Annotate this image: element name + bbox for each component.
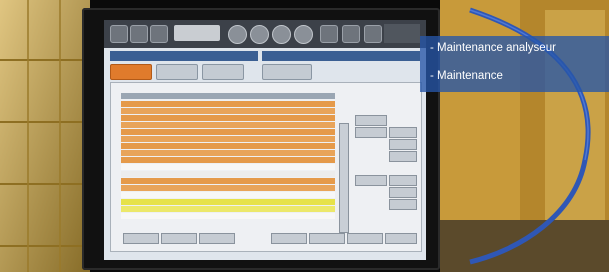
side-button[interactable]	[355, 115, 387, 126]
stop-icon[interactable]	[342, 25, 360, 43]
table-row[interactable]	[121, 129, 335, 135]
table-row[interactable]	[121, 171, 335, 177]
tab[interactable]	[262, 64, 312, 80]
bottom-button[interactable]	[271, 233, 307, 244]
side-button[interactable]	[389, 151, 417, 162]
table-row[interactable]	[121, 213, 335, 219]
table-scrollbar[interactable]	[339, 123, 349, 233]
arrow-icon[interactable]	[272, 25, 291, 44]
status-field	[174, 25, 220, 41]
table-row[interactable]	[121, 122, 335, 128]
table-row[interactable]	[121, 101, 335, 107]
photo-scene: - Maintenance analyseur - Maintenance	[0, 0, 609, 272]
side-button[interactable]	[389, 199, 417, 210]
table-row[interactable]	[121, 136, 335, 142]
table-row[interactable]	[121, 185, 335, 191]
bottom-button[interactable]	[385, 233, 417, 244]
table-row[interactable]	[121, 108, 335, 114]
table-row[interactable]	[121, 206, 335, 212]
arrow-icon[interactable]	[294, 25, 313, 44]
side-button[interactable]	[389, 175, 417, 186]
table-row[interactable]	[121, 115, 335, 121]
tab[interactable]	[156, 64, 198, 80]
tab-active[interactable]	[110, 64, 152, 80]
screen-toolbar	[104, 20, 426, 48]
caption-line-analyser-maintenance: - Maintenance analyseur	[430, 42, 556, 54]
tab[interactable]	[202, 64, 244, 80]
maintenance-header	[110, 51, 258, 61]
arrow-icon[interactable]	[250, 25, 269, 44]
caption-line-maintenance: - Maintenance	[430, 70, 503, 82]
analyzer-screen	[104, 20, 426, 260]
bottom-button[interactable]	[123, 233, 159, 244]
help-icon[interactable]	[320, 25, 338, 43]
table-row[interactable]	[121, 150, 335, 156]
bottom-button[interactable]	[199, 233, 235, 244]
user-maintenance-header	[262, 51, 420, 61]
bottom-button[interactable]	[161, 233, 197, 244]
table-row[interactable]	[121, 164, 335, 170]
side-button[interactable]	[389, 187, 417, 198]
table-row[interactable]	[121, 178, 335, 184]
table-row[interactable]	[121, 192, 335, 198]
side-button[interactable]	[355, 175, 387, 186]
table-row[interactable]	[121, 199, 335, 205]
date-time-readout	[384, 24, 420, 43]
print-icon[interactable]	[130, 25, 148, 43]
exit-icon[interactable]	[364, 25, 382, 43]
table-row[interactable]	[121, 143, 335, 149]
monitor-icon[interactable]	[110, 25, 128, 43]
maintenance-panel	[110, 82, 422, 252]
arrow-icon[interactable]	[228, 25, 247, 44]
side-button[interactable]	[355, 127, 387, 138]
side-button[interactable]	[389, 127, 417, 138]
side-button[interactable]	[389, 139, 417, 150]
bottom-button[interactable]	[347, 233, 383, 244]
table-row[interactable]	[121, 157, 335, 163]
grid-icon[interactable]	[150, 25, 168, 43]
table-header	[121, 93, 335, 99]
bottom-button[interactable]	[309, 233, 345, 244]
